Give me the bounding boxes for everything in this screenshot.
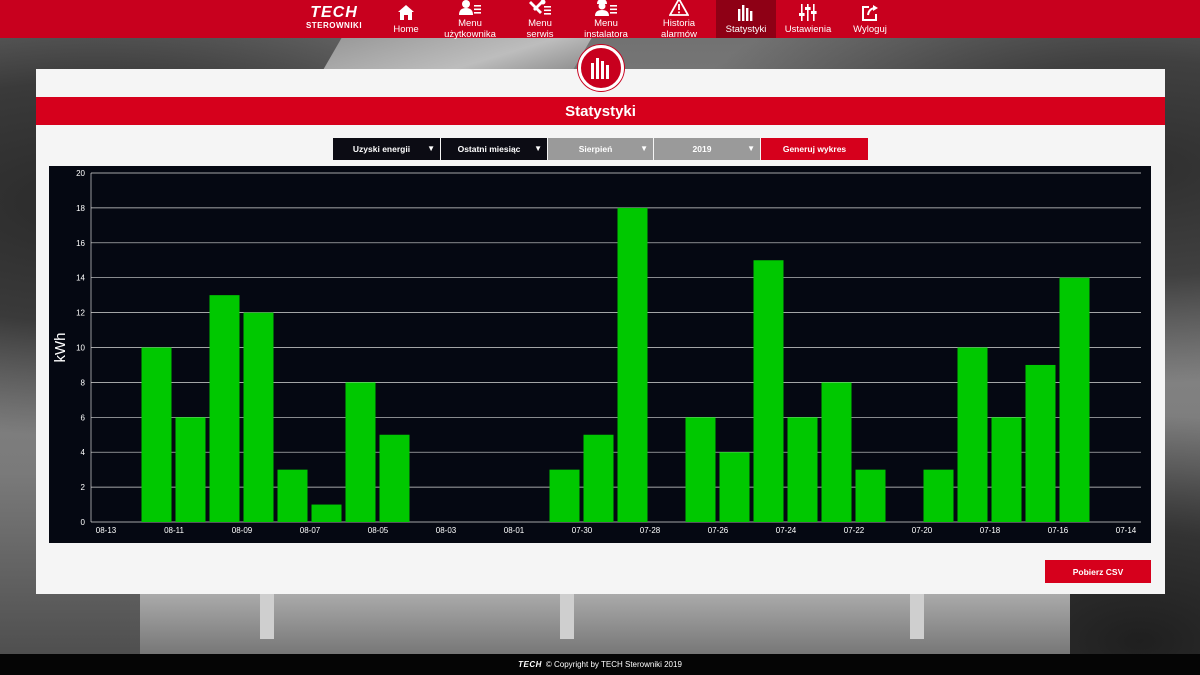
chart-controls: Uzyski energii ▼ Ostatni miesiąc ▼ Sierp… — [333, 138, 868, 160]
home-icon — [397, 4, 415, 22]
logout-icon — [861, 4, 879, 22]
bar-07-20 — [923, 469, 954, 522]
energy-bar-chart: 0 2 4 6 8 10 12 14 16 18 20 kWh 08-13 08-11 08-09 08-07… — [49, 166, 1151, 543]
nav-alarm-history[interactable]: Historia alarmów — [642, 0, 716, 40]
generate-chart-button[interactable]: Generuj wykres — [761, 138, 868, 160]
background-house — [140, 594, 1070, 654]
y-tick-label: 0 — [81, 518, 86, 527]
x-tick-label: 08-01 — [504, 526, 525, 535]
y-tick-label: 20 — [76, 169, 85, 178]
data-type-select[interactable]: Uzyski energii ▼ — [333, 138, 440, 160]
x-tick-label: 07-18 — [980, 526, 1001, 535]
bar-07-27 — [685, 417, 716, 522]
bar-07-22 — [855, 469, 886, 522]
x-tick-label: 07-24 — [776, 526, 797, 535]
x-tick-label: 08-09 — [232, 526, 253, 535]
y-tick-label: 8 — [81, 378, 86, 387]
x-tick-label: 07-28 — [640, 526, 661, 535]
y-tick-label: 2 — [81, 483, 86, 492]
y-tick-label: 10 — [76, 344, 85, 353]
bar-08-10 — [209, 295, 240, 522]
x-tick-label: 07-14 — [1116, 526, 1137, 535]
nav-user-menu[interactable]: Menu użytkownika — [430, 0, 510, 40]
x-tick-label: 07-20 — [912, 526, 933, 535]
copyright-text: © Copyright by TECH Sterowniki 2019 — [545, 660, 682, 669]
bar-07-16 — [1059, 277, 1090, 522]
bar-07-23 — [821, 382, 852, 522]
nav-settings[interactable]: Ustawienia — [776, 0, 840, 38]
chart-svg: 0 2 4 6 8 10 12 14 16 18 20 kWh 08-13 08-11 08-09 08-07… — [52, 169, 1141, 535]
tools-icon — [529, 0, 551, 16]
tech-logo[interactable]: TECH STEROWNIKI — [303, 5, 365, 33]
x-tick-label: 07-30 — [572, 526, 593, 535]
stats-icon — [737, 4, 755, 22]
bar-08-06 — [345, 382, 376, 522]
stats-badge-icon — [578, 45, 624, 91]
chevron-down-icon: ▼ — [427, 144, 435, 153]
bar-07-24 — [787, 417, 818, 522]
nav-installer-menu[interactable]: Menu instalatora — [570, 0, 642, 40]
nav-service-menu[interactable]: Menu serwis — [510, 0, 570, 40]
x-tick-label: 07-16 — [1048, 526, 1069, 535]
y-tick-label: 12 — [76, 309, 85, 318]
bar-07-30 — [583, 434, 614, 522]
year-select[interactable]: 2019 ▼ — [654, 138, 760, 160]
x-tick-label: 08-11 — [164, 526, 184, 535]
x-tick-label: 08-03 — [436, 526, 457, 535]
bar-08-11 — [175, 417, 206, 522]
x-tick-label: 07-26 — [708, 526, 729, 535]
bar-08-12 — [141, 347, 172, 522]
y-tick-label: 16 — [76, 239, 85, 248]
nav-statistics[interactable]: Statystyki — [716, 0, 776, 38]
bar-08-05 — [379, 434, 410, 522]
bar-08-08 — [277, 469, 308, 522]
bar-07-26 — [719, 452, 750, 522]
y-axis-label: kWh — [52, 333, 69, 363]
y-tick-label: 4 — [81, 448, 86, 457]
bar-07-19 — [957, 347, 988, 522]
bar-07-17 — [1025, 364, 1056, 522]
y-tick-label: 18 — [76, 204, 85, 213]
month-select[interactable]: Sierpień ▼ — [548, 138, 653, 160]
footer-logo: TECH — [518, 660, 542, 669]
bar-08-07 — [311, 504, 342, 522]
bar-07-31 — [549, 469, 580, 522]
installer-icon — [595, 0, 617, 16]
nav-home[interactable]: Home — [382, 0, 430, 38]
alarm-icon — [669, 0, 689, 16]
x-tick-label: 08-07 — [300, 526, 321, 535]
bar-07-25 — [753, 260, 784, 522]
chevron-down-icon: ▼ — [534, 144, 542, 153]
bar-08-09 — [243, 312, 274, 522]
main-nav: Home Menu użytkownika Menu serwis Menu i… — [382, 0, 900, 40]
x-tick-label: 08-13 — [96, 526, 117, 535]
top-navbar: TECH STEROWNIKI Home Menu użytkownika Me… — [0, 0, 1200, 40]
sliders-icon — [799, 4, 817, 22]
footer: TECH © Copyright by TECH Sterowniki 2019 — [0, 654, 1200, 675]
chevron-down-icon: ▼ — [747, 144, 755, 153]
x-tick-label: 08-05 — [368, 526, 389, 535]
y-tick-label: 14 — [76, 274, 85, 283]
bar-07-29 — [617, 207, 648, 522]
y-tick-label: 6 — [81, 413, 86, 422]
user-menu-icon — [459, 0, 481, 16]
period-select[interactable]: Ostatni miesiąc ▼ — [441, 138, 547, 160]
nav-logout[interactable]: Wyloguj — [840, 0, 900, 38]
chevron-down-icon: ▼ — [640, 144, 648, 153]
bar-07-18 — [991, 417, 1022, 522]
download-csv-button[interactable]: Pobierz CSV — [1045, 560, 1151, 583]
x-tick-label: 07-22 — [844, 526, 865, 535]
page-title: Statystyki — [36, 97, 1165, 125]
